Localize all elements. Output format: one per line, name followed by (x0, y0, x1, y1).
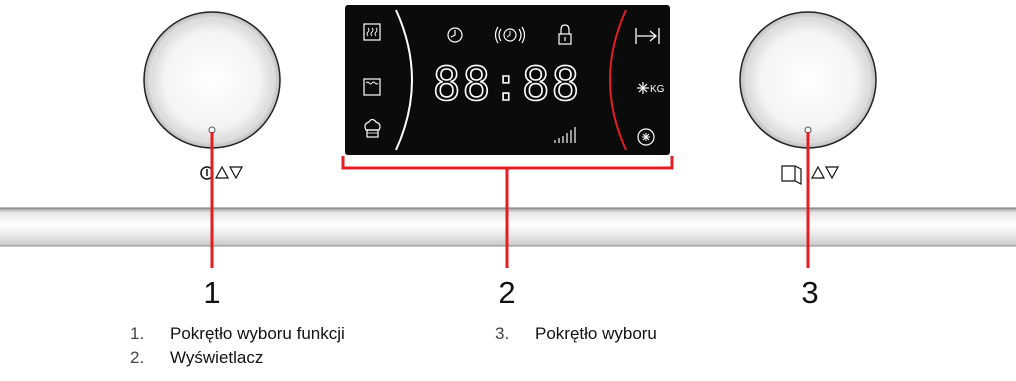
weight-label: KG (650, 84, 665, 95)
legend-index: 3. (495, 324, 510, 343)
oven-control-panel-diagram: 88:88 KG 1 2 3 1. Pokrętło wyboru funkcj… (0, 0, 1016, 376)
legend-label: Wyświetlacz (170, 348, 264, 367)
callout-number-3: 3 (801, 275, 819, 310)
legend-index: 2. (130, 348, 145, 367)
legend-item-1: 1. Pokrętło wyboru funkcji (130, 324, 345, 344)
legend-item-2: 2. Wyświetlacz (130, 348, 263, 368)
display-panel: 88:88 KG (345, 5, 670, 155)
selector-knob[interactable] (739, 11, 877, 149)
power-arrows-icon (200, 165, 244, 180)
legend-label: Pokrętło wyboru funkcji (170, 324, 345, 343)
door-arrows-icon (781, 165, 840, 185)
legend-index: 1. (130, 324, 145, 343)
callout-number-2: 2 (498, 275, 516, 310)
display-bracket (341, 156, 674, 170)
callout-number-1: 1 (203, 275, 221, 310)
legend-label: Pokrętło wyboru (535, 324, 657, 343)
time-display: 88:88 (433, 57, 581, 111)
legend-item-3: 3. Pokrętło wyboru (495, 324, 657, 344)
panel-svg: 88:88 KG (0, 5, 1016, 268)
function-selector-knob[interactable] (143, 11, 281, 149)
